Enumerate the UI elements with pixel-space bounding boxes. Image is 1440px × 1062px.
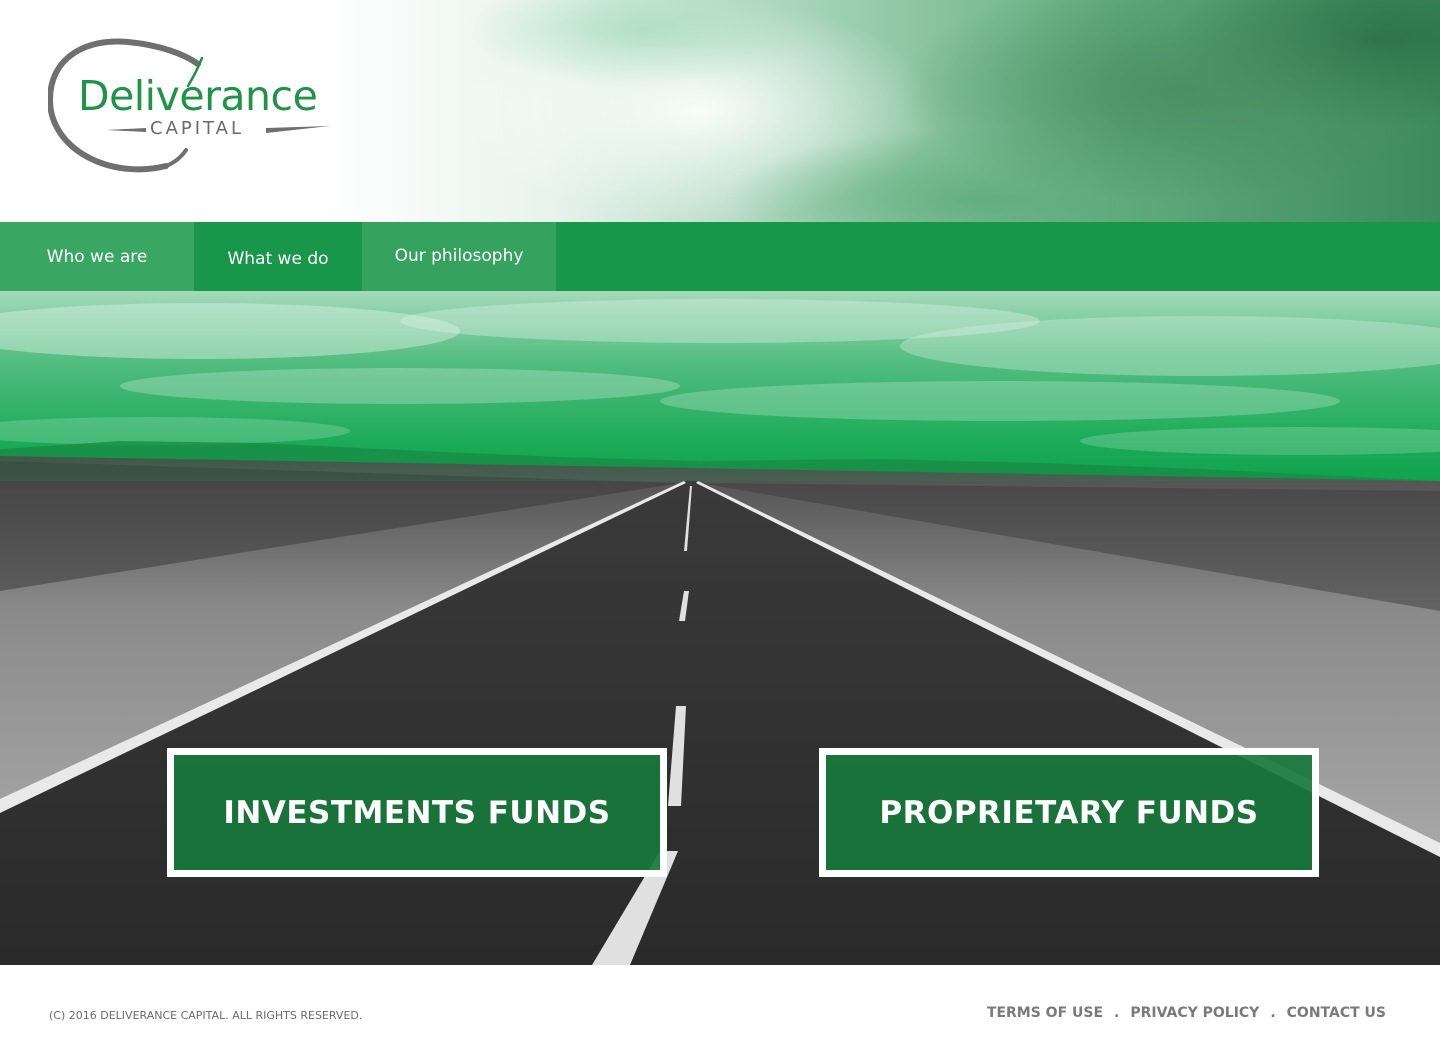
nav-item-our-philosophy[interactable]: Our philosophy xyxy=(362,222,556,291)
logo-wordmark: Deliverance xyxy=(78,72,318,120)
investments-funds-button[interactable]: INVESTMENTS FUNDS xyxy=(167,748,667,877)
nav-item-label: Who we are xyxy=(46,246,148,267)
page: Deliverance CAPITAL Who we are What we d… xyxy=(0,0,1440,1062)
nav-item-what-we-do[interactable]: What we do xyxy=(194,222,362,291)
proprietary-funds-label: PROPRIETARY FUNDS xyxy=(879,794,1259,831)
footer-separator: . xyxy=(1270,1005,1276,1021)
nav-item-label: Our philosophy xyxy=(394,245,524,266)
footer-separator: . xyxy=(1114,1005,1120,1021)
nav-item-who-we-are[interactable]: Who we are xyxy=(0,222,194,291)
copyright-text: (C) 2016 DELIVERANCE CAPITAL. ALL RIGHTS… xyxy=(49,1009,363,1022)
contact-us-link[interactable]: CONTACT US xyxy=(1287,1005,1386,1021)
logo[interactable]: Deliverance CAPITAL xyxy=(48,38,338,178)
footer: (C) 2016 DELIVERANCE CAPITAL. ALL RIGHTS… xyxy=(0,965,1440,1062)
logo-subtitle: CAPITAL xyxy=(150,118,244,139)
terms-of-use-link[interactable]: TERMS OF USE xyxy=(987,1005,1103,1021)
investments-funds-label: INVESTMENTS FUNDS xyxy=(223,794,611,831)
proprietary-funds-button[interactable]: PROPRIETARY FUNDS xyxy=(819,748,1319,877)
main-nav: Who we are What we do Our philosophy xyxy=(0,222,1440,291)
hero-section: INVESTMENTS FUNDS PROPRIETARY FUNDS xyxy=(0,291,1440,965)
privacy-policy-link[interactable]: PRIVACY POLICY xyxy=(1130,1005,1259,1021)
nav-item-label: What we do xyxy=(227,248,329,269)
footer-links: TERMS OF USE . PRIVACY POLICY . CONTACT … xyxy=(987,1005,1386,1021)
header-banner: Deliverance CAPITAL xyxy=(0,0,1440,222)
